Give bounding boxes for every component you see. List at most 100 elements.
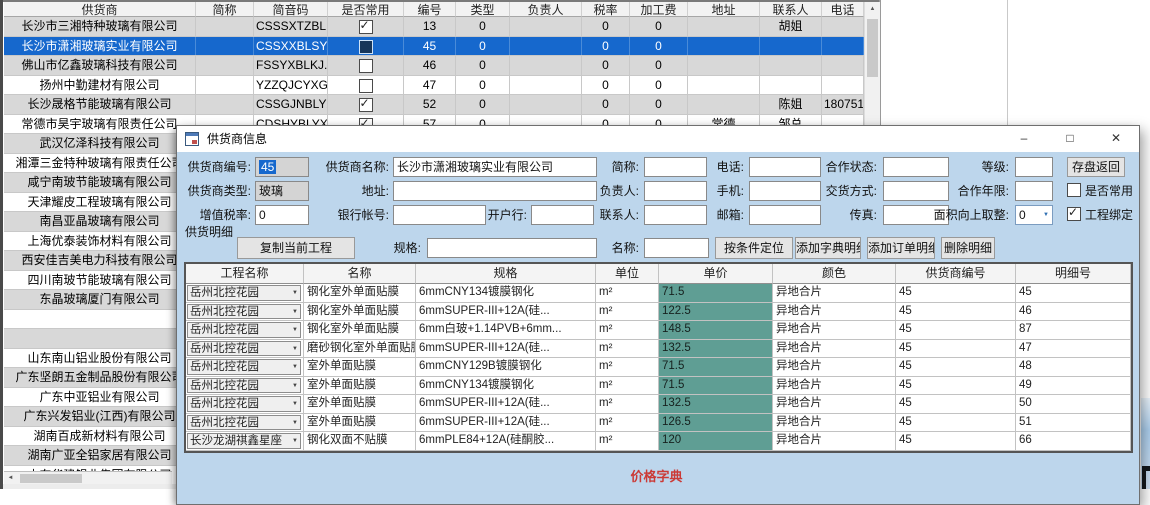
detail-cell[interactable]: 45 <box>1016 284 1131 302</box>
detail-row[interactable]: 岳州北控花园▼磨砂钢化室外单面贴膜6mmSUPER-III+12A(硅...m²… <box>186 340 1131 359</box>
chevron-down-icon[interactable]: ▼ <box>292 305 298 319</box>
column-header-7[interactable]: 负责人 <box>510 2 582 17</box>
detail-cell[interactable]: 钢化双面不贴膜 <box>304 432 416 450</box>
project-combobox[interactable]: 岳州北控花园▼ <box>187 396 301 412</box>
detail-row[interactable]: 岳州北控花园▼室外单面贴膜6mmCNY134镀膜钢化m²71.5异地合片4549 <box>186 377 1131 396</box>
abbr-field[interactable] <box>644 157 707 177</box>
detail-cell[interactable]: 钢化室外单面贴膜 <box>304 321 416 339</box>
detail-cell[interactable]: 71.5 <box>659 377 773 395</box>
column-header-4[interactable]: 是否常用 <box>328 2 404 17</box>
save-return-button[interactable]: 存盘返回 <box>1067 157 1125 177</box>
address-field[interactable] <box>393 181 597 201</box>
detail-cell[interactable]: 室外单面贴膜 <box>304 358 416 376</box>
supplier-row[interactable]: 长沙市三湘特种玻璃有限公司CSSSXTZBL...13000胡姐 <box>4 17 864 37</box>
detail-cell[interactable]: 6mmCNY129B镀膜钢化 <box>416 358 596 376</box>
close-button[interactable]: ✕ <box>1093 126 1139 152</box>
cell-common[interactable] <box>328 56 404 75</box>
project-combobox[interactable]: 岳州北控花园▼ <box>187 322 301 338</box>
table-horizontal-scrollbar[interactable]: ◄ <box>4 471 172 485</box>
detail-cell[interactable]: 45 <box>896 340 1016 358</box>
column-header-5[interactable]: 编号 <box>404 2 456 17</box>
detail-row[interactable]: 岳州北控花园▼钢化室外单面贴膜6mmSUPER-III+12A(硅...m²12… <box>186 303 1131 322</box>
vat-field[interactable]: 0 <box>255 205 309 225</box>
detail-cell[interactable]: 室外单面贴膜 <box>304 377 416 395</box>
detail-cell[interactable]: 6mmCNY134镀膜钢化 <box>416 377 596 395</box>
detail-cell[interactable]: m² <box>596 358 659 376</box>
cell-common[interactable] <box>328 95 404 114</box>
detail-cell[interactable]: 异地合片 <box>773 377 896 395</box>
supplier-type-field[interactable]: 玻璃 <box>255 181 309 201</box>
checkbox-icon[interactable] <box>359 59 373 73</box>
project-combobox[interactable]: 岳州北控花园▼ <box>187 341 301 357</box>
detail-cell[interactable]: 45 <box>896 358 1016 376</box>
project-combobox[interactable]: 岳州北控花园▼ <box>187 359 301 375</box>
detail-cell[interactable]: 6mmSUPER-III+12A(硅... <box>416 340 596 358</box>
copy-current-project-button[interactable]: 复制当前工程 <box>237 237 355 259</box>
detail-cell[interactable]: 51 <box>1016 414 1131 432</box>
cell-common[interactable] <box>328 17 404 36</box>
supplier-row[interactable]: 咸宁南玻节能玻璃有限公司 <box>4 173 196 193</box>
supplier-row[interactable]: 湖南广亚全铝家居有限公司 <box>4 446 196 466</box>
detail-cell[interactable]: 120 <box>659 432 773 450</box>
detail-cell[interactable]: 6mm白玻+1.14PVB+6mm... <box>416 321 596 339</box>
supplier-row[interactable]: 山东南山铝业股份有限公司 <box>4 349 196 369</box>
supplier-row[interactable]: 四川南玻节能玻璃有限公司 <box>4 271 196 291</box>
detail-cell[interactable]: 磨砂钢化室外单面贴膜 <box>304 340 416 358</box>
supplier-row[interactable]: 湘潭三金特种玻璃有限责任公司 <box>4 154 196 174</box>
detail-cell[interactable]: 126.5 <box>659 414 773 432</box>
detail-column-header-7[interactable]: 供货商编号 <box>896 264 1016 284</box>
detail-cell[interactable]: 6mmPLE84+12A(硅酮胶... <box>416 432 596 450</box>
supplier-row[interactable]: 上海优泰装饰材料有限公司 <box>4 232 196 252</box>
cell-common[interactable] <box>328 76 404 95</box>
detail-cell[interactable]: m² <box>596 284 659 302</box>
detail-cell[interactable]: 45 <box>896 377 1016 395</box>
chevron-down-icon[interactable]: ▼ <box>292 379 298 393</box>
supplier-row[interactable]: 佛山市亿鑫玻璃科技有限公司FSSYXBLKJ...46000 <box>4 56 864 76</box>
detail-cell[interactable]: 室外单面贴膜 <box>304 395 416 413</box>
supplier-row[interactable]: 广东中亚铝业有限公司 <box>4 388 196 408</box>
detail-column-header-2[interactable]: 名称 <box>304 264 416 284</box>
detail-column-header-8[interactable]: 明细号 <box>1016 264 1131 284</box>
detail-cell[interactable]: 71.5 <box>659 284 773 302</box>
coop-status-field[interactable] <box>883 157 949 177</box>
detail-cell[interactable]: 6mmSUPER-III+12A(硅... <box>416 414 596 432</box>
minimize-button[interactable]: – <box>1001 126 1047 152</box>
detail-cell[interactable]: 异地合片 <box>773 358 896 376</box>
column-header-6[interactable]: 类型 <box>456 2 510 17</box>
checkbox-icon[interactable] <box>1067 183 1081 197</box>
chevron-down-icon[interactable]: ▼ <box>292 286 298 300</box>
detail-cell[interactable]: 异地合片 <box>773 321 896 339</box>
detail-cell[interactable]: 45 <box>896 432 1016 450</box>
supplier-row[interactable]: 长沙市潇湘玻璃实业有限公司CSSXXBLSY...45000 <box>4 37 864 57</box>
detail-row[interactable]: 长沙龙湖祺鑫星座▼钢化双面不贴膜6mmPLE84+12A(硅酮胶...m²120… <box>186 432 1131 451</box>
supplier-name-field[interactable]: 长沙市潇湘玻璃实业有限公司 <box>393 157 597 177</box>
detail-cell[interactable]: 148.5 <box>659 321 773 339</box>
detail-cell[interactable]: 钢化室外单面贴膜 <box>304 303 416 321</box>
checkbox-icon[interactable] <box>359 98 373 112</box>
add-order-detail-button[interactable]: 添加订单明细 <box>867 237 935 259</box>
column-header-11[interactable]: 联系人 <box>760 2 822 17</box>
supplier-row[interactable]: 广东坚朗五金制品股份有限公司 <box>4 368 196 388</box>
commonly-used-checkbox[interactable]: 是否常用 <box>1067 181 1133 201</box>
coop-years-field[interactable] <box>1015 181 1053 201</box>
detail-cell[interactable]: 钢化室外单面贴膜 <box>304 284 416 302</box>
bank-field[interactable] <box>531 205 594 225</box>
detail-cell[interactable]: 66 <box>1016 432 1131 450</box>
supplier-row[interactable] <box>4 310 196 330</box>
detail-cell[interactable]: 异地合片 <box>773 395 896 413</box>
project-bind-checkbox[interactable]: 工程绑定 <box>1067 205 1133 225</box>
chevron-down-icon[interactable]: ▼ <box>292 416 298 430</box>
project-combobox[interactable]: 岳州北控花园▼ <box>187 415 301 431</box>
horizontal-scroll-thumb[interactable] <box>20 474 82 483</box>
detail-cell[interactable]: 异地合片 <box>773 303 896 321</box>
detail-cell[interactable]: m² <box>596 340 659 358</box>
checkbox-icon[interactable] <box>359 79 373 93</box>
detail-cell[interactable]: m² <box>596 414 659 432</box>
locate-by-condition-button[interactable]: 按条件定位 <box>715 237 793 259</box>
column-header-12[interactable]: 电话 <box>822 2 864 17</box>
chevron-down-icon[interactable]: ▼ <box>292 397 298 411</box>
detail-row[interactable]: 岳州北控花园▼钢化室外单面贴膜6mmCNY134镀膜钢化m²71.5异地合片45… <box>186 284 1131 303</box>
project-combobox[interactable]: 长沙龙湖祺鑫星座▼ <box>187 433 301 449</box>
detail-cell[interactable]: 49 <box>1016 377 1131 395</box>
roundup-combobox[interactable]: 0▼ <box>1015 205 1053 225</box>
